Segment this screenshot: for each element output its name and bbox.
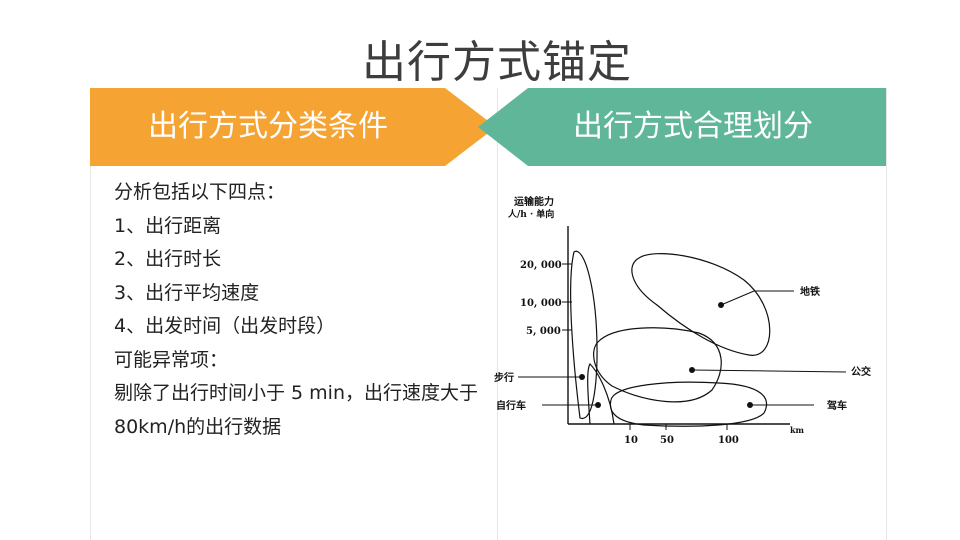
list-item: 4、出发时间（出发时段） <box>114 315 336 337</box>
bus-label: 公交 <box>851 365 871 378</box>
metro-region <box>631 253 771 356</box>
metro-leader-line <box>720 290 755 306</box>
slide-title: 出行方式锚定 <box>362 37 632 88</box>
list-item: 1、出行距离 <box>114 214 222 237</box>
y-tick-label: 10, 000 <box>520 298 562 309</box>
x-axis-unit: km <box>790 425 805 435</box>
x-tick-label: 50 <box>660 435 674 446</box>
car-region <box>609 381 768 427</box>
list-item: 可能异常项： <box>114 348 229 371</box>
y-axis-title: 运输能力 <box>514 195 554 208</box>
left-banner-label: 出行方式分类条件 <box>148 109 388 144</box>
analysis-list: 分析包括以下四点： 1、出行距离 2、出行时长 3、出行平均速度 4、出发时间（… <box>114 176 484 444</box>
x-tick-label: 10 <box>624 435 638 446</box>
right-panel-border <box>886 88 887 540</box>
metro-label: 地铁 <box>800 285 820 298</box>
y-tick-label: 5, 000 <box>526 326 561 337</box>
right-banner-label: 出行方式合理划分 <box>573 109 813 144</box>
y-axis-unit: 人/h · 单向 <box>507 208 554 220</box>
bicycle-region <box>587 363 615 425</box>
bus-leader-line <box>691 369 847 373</box>
list-item: 3、出行平均速度 <box>114 281 260 304</box>
transport-mode-diagram: 运输能力 人/h · 单向 20, 000 10, 000 5, 000 10 … <box>494 195 871 446</box>
bus-region <box>593 327 722 403</box>
walk-region <box>570 250 598 419</box>
list-item: 剔除了出行时间小于 5 min，出行速度大于80km/h的出行数据 <box>114 382 478 438</box>
x-tick-label: 100 <box>718 435 739 446</box>
list-item: 分析包括以下四点： <box>114 181 286 203</box>
y-tick-label: 20, 000 <box>520 260 562 271</box>
list-item: 2、出行时长 <box>114 248 222 270</box>
car-label: 驾车 <box>826 399 847 412</box>
walk-label: 步行 <box>494 371 514 384</box>
bicycle-label: 自行车 <box>496 399 526 412</box>
